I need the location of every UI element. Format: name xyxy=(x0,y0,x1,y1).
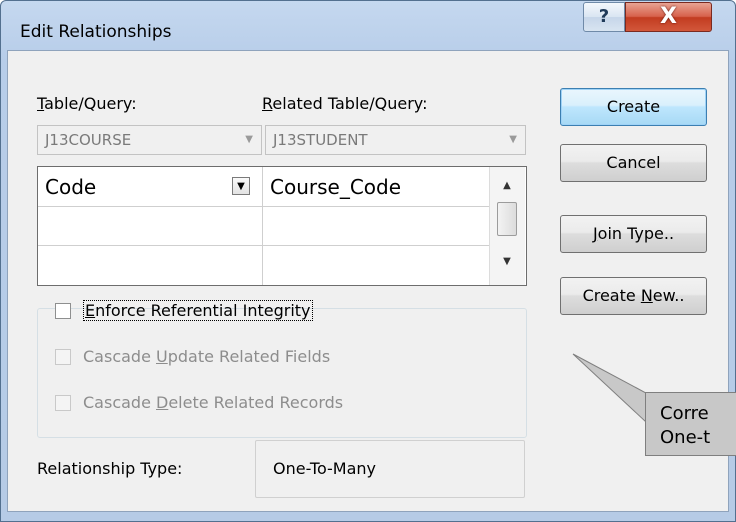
chevron-down-icon: ▼ xyxy=(245,134,253,145)
cascade-update-label: Cascade Update Related Fields xyxy=(83,347,331,366)
cascade-delete-label: Cascade Delete Related Records xyxy=(83,393,344,412)
related-table-query-label: Related Table/Query: xyxy=(262,94,428,113)
grid-cell-related-field[interactable] xyxy=(263,246,489,284)
scroll-down-icon[interactable]: ▼ xyxy=(489,256,525,267)
enforce-integrity-checkbox[interactable] xyxy=(55,303,71,319)
grid-cell-related-field[interactable]: Course_Code xyxy=(263,168,489,206)
close-button[interactable]: X xyxy=(625,2,712,32)
help-icon: ? xyxy=(598,6,610,27)
close-icon: X xyxy=(660,4,677,29)
table-query-value: J13COURSE xyxy=(45,131,132,149)
create-button[interactable]: Create xyxy=(560,88,707,126)
grid-cell-primary-field[interactable] xyxy=(38,207,262,245)
table-query-combo[interactable]: J13COURSE ▼ xyxy=(37,125,262,155)
chevron-down-icon[interactable]: ▼ xyxy=(232,177,250,195)
callout-text: Corre One-t xyxy=(660,403,711,448)
grid-cell-related-field[interactable] xyxy=(263,207,489,245)
table-query-label: Table/Query: xyxy=(37,94,137,113)
enforce-integrity-label[interactable]: Enforce Referential Integrity xyxy=(83,300,313,321)
cascade-delete-checkbox[interactable] xyxy=(55,395,71,411)
relationship-type-label: Relationship Type: xyxy=(37,459,183,478)
grid-cell-primary-field[interactable] xyxy=(38,246,262,284)
help-button[interactable]: ? xyxy=(583,2,625,32)
cancel-button[interactable]: Cancel xyxy=(560,144,707,182)
related-table-query-combo[interactable]: J13STUDENT ▼ xyxy=(265,125,526,155)
chevron-down-icon: ▼ xyxy=(509,134,517,145)
grid-cell-primary-field[interactable]: Code xyxy=(38,168,262,206)
cascade-update-checkbox[interactable] xyxy=(55,349,71,365)
create-new-button[interactable]: Create New.. xyxy=(560,277,707,315)
dialog-title: Edit Relationships xyxy=(20,22,172,42)
join-type-button[interactable]: Join Type.. xyxy=(560,215,707,253)
integrity-options-group xyxy=(37,308,527,438)
relationship-type-value: One-To-Many xyxy=(255,440,525,498)
scroll-up-icon[interactable]: ▲ xyxy=(489,180,525,191)
related-table-query-value: J13STUDENT xyxy=(273,131,368,149)
scrollbar-thumb[interactable] xyxy=(497,202,517,236)
